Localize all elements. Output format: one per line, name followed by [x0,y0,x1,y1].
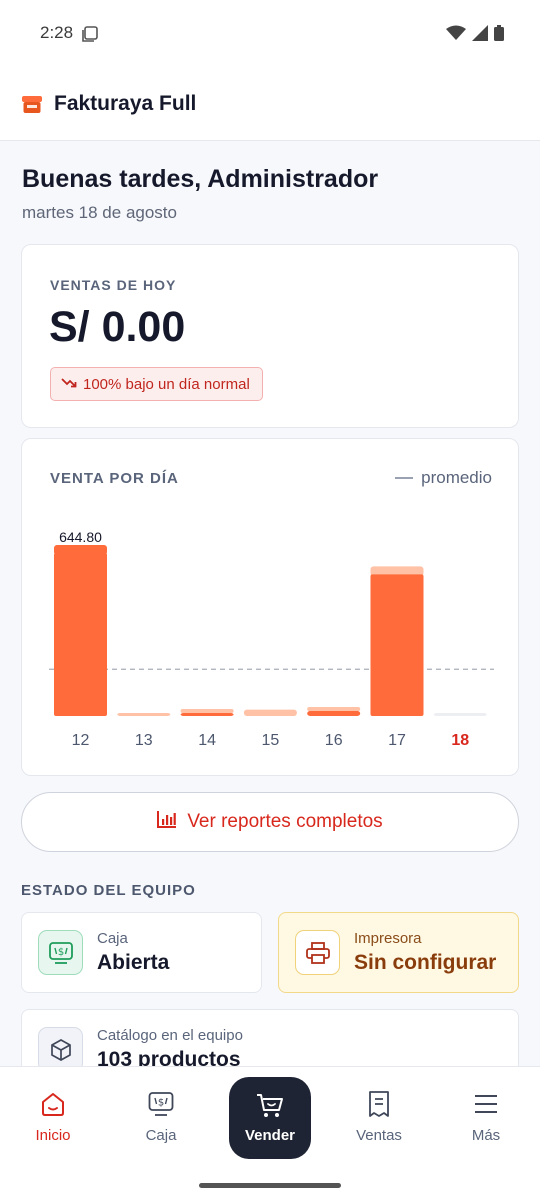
nav-home-label: Inicio [35,1127,71,1144]
chart-bar-cap [180,709,234,713]
chart-bar [307,710,361,716]
cart-icon [256,1091,284,1121]
wifi-icon [446,25,466,46]
svg-text:$: $ [57,947,63,958]
nav-home[interactable]: Inicio [13,1067,93,1167]
chart-bar [117,712,171,716]
chart-tick-label: 14 [198,732,216,749]
home-indicator[interactable] [199,1183,341,1188]
nav-sell-label: Vender [244,1127,296,1144]
chart-tick-label: 13 [135,732,153,749]
battery-icon [494,25,504,46]
status-bar: 2:28 [0,0,540,68]
caja-label: Caja [97,930,128,947]
sales-today-label: VENTAS DE HOY [50,277,177,293]
receipt-icon [367,1089,391,1119]
status-time: 2:28 [40,23,74,42]
view-reports-button[interactable]: Ver reportes completos [21,792,519,852]
chart-tick-label: 12 [72,732,90,749]
chart-bar-cap [307,706,361,711]
bottom-navigation: Inicio $ Caja Vender Ventas Más [0,1066,540,1200]
chart-bar [433,713,487,716]
daily-sales-chart: 12 13 14 15 16 17 18 644.80 [49,529,494,749]
chart-bar [180,713,234,716]
nav-caja-label: Caja [145,1127,177,1144]
chart-tick-label: 15 [262,732,280,749]
chart-bar [243,709,297,716]
chart-data-label: 644.80 [59,529,102,545]
store-icon [22,96,42,119]
bar-chart-icon [157,810,177,834]
sales-today-card: VENTAS DE HOY S/ 0.00 100% bajo un día n… [21,244,519,428]
nav-sell-button[interactable]: Vender [229,1077,311,1159]
register-icon: $ [148,1089,174,1119]
app-bar: Fakturaya Full [0,68,540,141]
chart-bar [54,552,107,716]
printer-value: Sin configurar [354,951,497,974]
catalog-value: 103 productos [97,1048,241,1066]
printer-icon [295,930,340,975]
nav-more-label: Más [471,1127,501,1144]
app-title: Fakturaya Full [54,92,197,115]
chart-tick-label: 18 [451,732,469,749]
svg-text:$: $ [158,1098,164,1109]
catalog-status-card[interactable]: Catálogo en el equipo 103 productos [21,1009,519,1066]
home-icon [40,1089,66,1119]
chart-tick-label: 17 [388,732,406,749]
catalog-label: Catálogo en el equipo [97,1027,243,1044]
trend-badge: 100% bajo un día normal [50,367,263,401]
printer-status-card[interactable]: Impresora Sin configurar [278,912,519,993]
greeting-title: Buenas tardes, Administrador [22,165,379,193]
nav-more[interactable]: Más [446,1067,526,1167]
chart-bar [370,574,424,716]
printer-label: Impresora [354,930,422,947]
menu-icon [474,1089,498,1119]
screenshot-icon [82,26,98,47]
caja-status-card[interactable]: $ Caja Abierta [21,912,262,993]
nav-ventas-label: Ventas [356,1127,402,1144]
daily-sales-chart-card: VENTA POR DÍA promedio 12 13 14 15 16 17 18 644… [21,438,519,776]
caja-value: Abierta [97,951,170,974]
register-status-icon: $ [38,930,83,975]
equipment-section-title: ESTADO DEL EQUIPO [21,882,196,899]
main-content[interactable]: Buenas tardes, Administrador martes 18 d… [0,141,540,1066]
view-reports-label: Ver reportes completos [187,811,383,832]
sales-today-amount: S/ 0.00 [49,303,186,351]
greeting-date: martes 18 de agosto [22,203,177,222]
status-icons [446,25,504,46]
box-icon [38,1027,83,1066]
trend-down-icon [61,376,77,393]
signal-icon [472,25,488,46]
nav-caja[interactable]: $ Caja [121,1067,201,1167]
trend-badge-text: 100% bajo un día normal [83,375,250,393]
chart-tick-label: 16 [325,732,343,749]
nav-ventas[interactable]: Ventas [339,1067,419,1167]
